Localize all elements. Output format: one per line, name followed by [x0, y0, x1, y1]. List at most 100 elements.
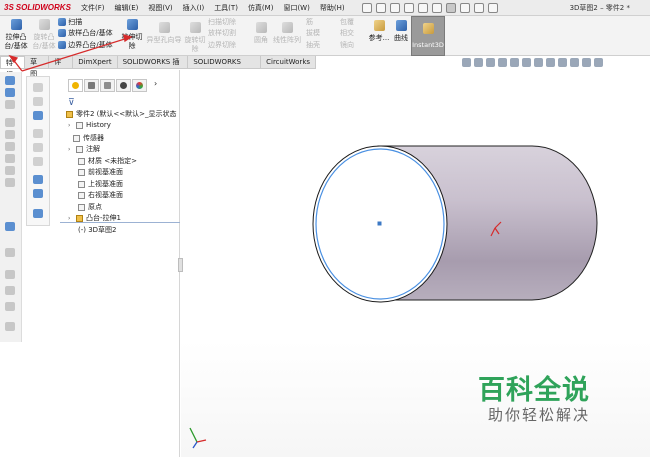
rib-button[interactable]: 筋 — [306, 18, 313, 27]
save-icon[interactable] — [403, 2, 414, 13]
section-view-icon[interactable] — [498, 58, 507, 67]
revolve-cut-button[interactable]: 旋转切除 — [184, 22, 206, 54]
reference-geometry-button[interactable]: 参考... — [368, 20, 390, 43]
filter-icon[interactable]: ⊽ — [68, 98, 75, 108]
tree-item-origin[interactable]: 原点 — [78, 202, 102, 212]
previous-view-icon[interactable] — [486, 58, 495, 67]
mirror-button[interactable]: 镜向 — [340, 41, 354, 50]
sweep-button[interactable]: 扫描 — [58, 18, 82, 27]
file-properties-icon[interactable] — [473, 2, 484, 13]
wrap-button[interactable]: 包覆 — [340, 18, 354, 27]
monitor-icon[interactable] — [594, 58, 603, 67]
display-manager-tab[interactable] — [132, 79, 147, 92]
tree-part-root[interactable]: 零件2 (默认<<默认>_显示状态 — [66, 109, 177, 119]
flyout-tool-5-icon[interactable] — [33, 143, 43, 152]
flyout-tool-4-icon[interactable] — [33, 129, 43, 138]
tab-sketch[interactable]: 草图 — [25, 56, 50, 78]
tab-dimxpert[interactable]: DimXpert — [73, 56, 118, 68]
tree-item-front-plane[interactable]: 前视基准面 — [78, 167, 123, 177]
flyout-tool-6-icon[interactable] — [33, 157, 43, 166]
tab-evaluate[interactable]: 评估 — [49, 56, 74, 78]
offset-entities-icon[interactable] — [5, 286, 15, 295]
menu-view[interactable]: 视图(V) — [143, 3, 177, 13]
zoom-to-fit-icon[interactable] — [462, 58, 471, 67]
circle-tool-icon[interactable] — [5, 130, 15, 139]
tree-item-3d-sketch[interactable]: (-) 3D草图2 — [78, 225, 117, 235]
curves-button[interactable]: 曲线 — [392, 20, 410, 43]
flyout-tool-8-icon[interactable] — [33, 189, 43, 198]
point-tool-icon[interactable] — [5, 178, 15, 187]
view-orientation-icon[interactable] — [522, 58, 531, 67]
line-tool-icon[interactable] — [5, 100, 15, 109]
mirror-entities-icon[interactable] — [5, 270, 15, 279]
flyout-tool-7-icon[interactable] — [33, 175, 43, 184]
undo-icon[interactable] — [431, 2, 442, 13]
display-style-icon[interactable] — [534, 58, 543, 67]
tab-features[interactable]: 特征 — [0, 56, 26, 79]
feature-manager-tab[interactable] — [68, 79, 83, 92]
extrude-boss-button[interactable]: 拉伸凸 台/基体 — [3, 19, 29, 51]
expand-arrow-icon[interactable]: › — [68, 122, 73, 129]
convert-entities-icon[interactable] — [5, 302, 15, 311]
intersect-button[interactable]: 相交 — [340, 29, 354, 38]
tab-mbd[interactable]: SOLIDWORKS MBD — [188, 56, 262, 78]
new-icon[interactable] — [375, 2, 386, 13]
rebuild-icon[interactable] — [459, 2, 470, 13]
dynamic-annotation-icon[interactable] — [510, 58, 519, 67]
revolve-boss-button[interactable]: 旋转凸 台/基体 — [31, 19, 57, 51]
lofted-cut-button[interactable]: 放样切割 — [208, 29, 236, 38]
print-icon[interactable] — [417, 2, 428, 13]
flyout-tool-2-icon[interactable] — [33, 97, 43, 106]
menu-tools[interactable]: 工具(T) — [209, 3, 243, 13]
spline-tool-icon[interactable] — [5, 154, 15, 163]
flyout-tool-3-icon[interactable] — [33, 111, 43, 120]
trim-tool-icon[interactable] — [5, 222, 15, 231]
tab-circuitworks[interactable]: CircuitWorks — [261, 56, 317, 68]
tab-addins[interactable]: SOLIDWORKS 插件 — [118, 56, 189, 78]
menu-help[interactable]: 帮助(H) — [315, 3, 350, 13]
hide-show-items-icon[interactable] — [546, 58, 555, 67]
sketch-tool-icon[interactable] — [5, 76, 15, 85]
extrude-cut-button[interactable]: 拉伸切 除 — [120, 19, 144, 51]
flyout-tool-9-icon[interactable] — [33, 209, 43, 218]
boundary-boss-button[interactable]: 边界凸台/基体 — [58, 41, 113, 50]
rectangle-tool-icon[interactable] — [5, 118, 15, 127]
solidworks-logo[interactable]: 3S SOLIDWORKS — [0, 3, 76, 12]
swept-cut-button[interactable]: 扫描切除 — [208, 18, 236, 27]
instant3d-button[interactable]: Instant3D — [411, 16, 445, 56]
expand-arrow-icon[interactable]: › — [68, 215, 73, 222]
grid-icon[interactable] — [5, 248, 15, 257]
menu-insert[interactable]: 插入(I) — [178, 3, 210, 13]
pin-icon[interactable] — [361, 2, 372, 13]
fillet-button[interactable]: 圆角 — [252, 22, 270, 45]
configuration-manager-tab[interactable] — [100, 79, 115, 92]
view-settings-icon[interactable] — [582, 58, 591, 67]
options-icon[interactable] — [487, 2, 498, 13]
shell-button[interactable]: 抽壳 — [306, 41, 320, 50]
menu-file[interactable]: 文件(F) — [76, 3, 110, 13]
apply-scene-icon[interactable] — [570, 58, 579, 67]
pattern-icon[interactable] — [5, 322, 15, 331]
edit-appearance-icon[interactable] — [558, 58, 567, 67]
property-manager-tab[interactable] — [84, 79, 99, 92]
tree-item-top-plane[interactable]: 上视基准面 — [78, 179, 123, 189]
arc-tool-icon[interactable] — [5, 142, 15, 151]
menu-edit[interactable]: 编辑(E) — [110, 3, 144, 13]
draft-button[interactable]: 拔模 — [306, 29, 320, 38]
zoom-area-icon[interactable] — [474, 58, 483, 67]
flyout-tool-1-icon[interactable] — [33, 83, 43, 92]
smart-dimension-icon[interactable] — [5, 88, 15, 97]
polygon-tool-icon[interactable] — [5, 166, 15, 175]
expand-arrow-icon[interactable]: › — [68, 146, 73, 153]
hole-wizard-button[interactable]: 异型孔向导 — [146, 22, 182, 45]
tree-item-material[interactable]: 材质 <未指定> — [78, 156, 137, 166]
menu-window[interactable]: 窗口(W) — [278, 3, 314, 13]
tree-item-history[interactable]: › History — [68, 121, 111, 129]
panel-expand-arrow[interactable]: › — [154, 79, 157, 93]
tree-item-right-plane[interactable]: 右视基准面 — [78, 190, 123, 200]
loft-boss-button[interactable]: 放样凸台/基体 — [58, 29, 113, 38]
open-icon[interactable] — [389, 2, 400, 13]
select-icon[interactable] — [445, 2, 456, 13]
dimxpert-manager-tab[interactable] — [116, 79, 131, 92]
linear-pattern-button[interactable]: 线性阵列 — [272, 22, 302, 45]
